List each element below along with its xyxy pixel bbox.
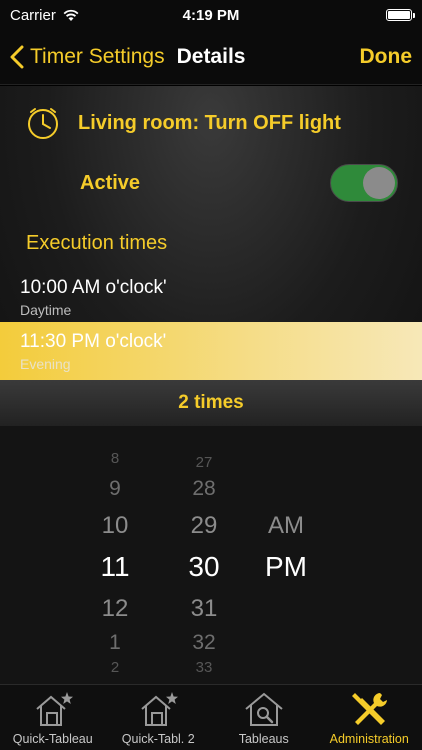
tab-label: Quick-Tabl. 2 [121, 732, 195, 746]
status-time: 4:19 PM [182, 6, 240, 24]
execution-time-item-selected[interactable]: 11:30 PM o'clock' Evening [0, 322, 422, 380]
picker-minute[interactable]: 29 [164, 512, 244, 540]
done-button[interactable]: Done [360, 45, 413, 69]
picker-minute[interactable]: 28 [164, 477, 244, 501]
execution-times-header: Execution times [26, 232, 168, 254]
picker-hour[interactable]: 1 [75, 631, 155, 655]
execution-time: 11:30 PM o'clock' [20, 331, 167, 352]
house-star-icon [141, 692, 179, 726]
execution-label: Evening [20, 356, 71, 372]
execution-count: 2 times [0, 380, 422, 426]
tab-tableaus[interactable]: Tableaus [211, 685, 317, 750]
chevron-left-icon [10, 45, 24, 69]
tab-quick-tableau-2[interactable]: Quick-Tabl. 2 [106, 685, 212, 750]
picker-hour[interactable]: 2 [75, 659, 155, 676]
tab-label: Tableaus [238, 732, 289, 746]
page-title: Details [176, 45, 246, 68]
tools-icon [352, 693, 388, 725]
tab-label: Administration [329, 732, 409, 746]
status-left: Carrier [10, 7, 150, 24]
carrier-label: Carrier [10, 6, 56, 24]
picker-hour[interactable]: 10 [75, 512, 155, 540]
picker-minute[interactable]: 32 [164, 631, 244, 655]
picker-minute-selected[interactable]: 30 [164, 551, 244, 583]
timer-name: Living room: Turn OFF light [78, 111, 341, 134]
back-label: Timer Settings [30, 45, 165, 68]
execution-label: Daytime [20, 302, 72, 318]
picker-minute[interactable]: 31 [164, 595, 244, 623]
time-picker: 8 9 10 11 12 1 2 27 28 29 30 31 32 33 AM… [0, 426, 422, 684]
picker-hour[interactable]: 12 [75, 595, 155, 623]
picker-hour-selected[interactable]: 11 [75, 551, 155, 583]
picker-period-selected[interactable]: PM [246, 551, 326, 583]
tab-administration[interactable]: Administration [317, 685, 422, 750]
back-button[interactable]: Timer Settings [10, 45, 165, 69]
execution-time-item[interactable]: 10:00 AM o'clock' Daytime [0, 268, 422, 324]
execution-time: 10:00 AM o'clock' [20, 277, 167, 298]
nav-bar: Timer Settings Details Done [0, 30, 422, 85]
wifi-icon [63, 9, 79, 21]
house-star-icon [36, 692, 73, 726]
picker-period-column[interactable]: AM PM [246, 426, 326, 684]
picker-minute-column[interactable]: 27 28 29 30 31 32 33 [164, 426, 244, 684]
tab-bar: Quick-Tableau Quick-Tabl. 2 Tableaus Adm… [0, 684, 422, 750]
picker-minute[interactable]: 27 [164, 454, 244, 471]
picker-hour[interactable]: 9 [75, 477, 155, 501]
picker-period[interactable]: AM [246, 512, 326, 540]
timer-details: Living room: Turn OFF light Active Execu… [0, 86, 422, 426]
clock-icon [28, 108, 58, 139]
house-search-icon [245, 692, 283, 726]
status-bar: Carrier 4:19 PM [0, 0, 422, 30]
tab-quick-tableau[interactable]: Quick-Tableau [0, 685, 106, 750]
picker-hour[interactable]: 8 [75, 450, 155, 467]
tab-label: Quick-Tableau [12, 732, 93, 746]
toggle-knob [363, 167, 395, 199]
status-right [272, 9, 415, 21]
picker-minute[interactable]: 33 [164, 659, 244, 676]
active-toggle[interactable] [330, 164, 398, 202]
battery-icon [385, 9, 415, 21]
timer-name-row: Living room: Turn OFF light [26, 106, 341, 140]
picker-hour-column[interactable]: 8 9 10 11 12 1 2 [75, 426, 155, 684]
active-row: Active [80, 163, 398, 203]
active-label: Active [80, 171, 141, 194]
